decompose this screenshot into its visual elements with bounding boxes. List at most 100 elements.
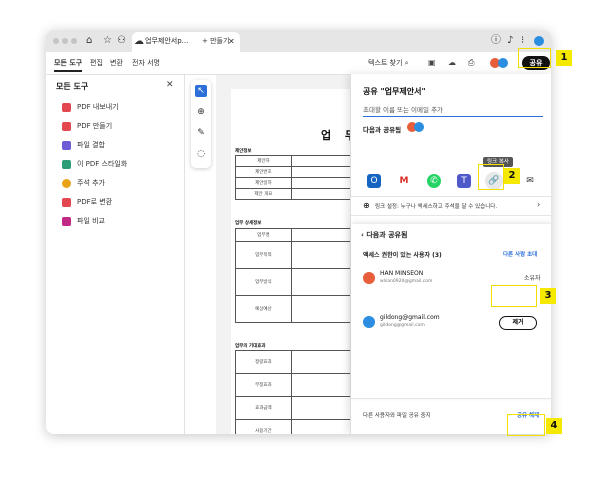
pen-icon[interactable]: ✎ bbox=[195, 127, 207, 139]
share-panel-title: 공유 "업무제안서" bbox=[363, 87, 426, 96]
shared-avatar-2[interactable] bbox=[414, 122, 424, 132]
outlook-icon[interactable]: O bbox=[367, 174, 381, 188]
share-panel: 공유 "업무제안서" 초대할 이름 또는 이메일 추가 다음과 공유됨 링크 복… bbox=[350, 74, 551, 434]
print-icon[interactable]: ⎙ bbox=[468, 58, 474, 68]
sidebar-item-label: 이 PDF 스타일화 bbox=[77, 160, 128, 168]
menu-all-tools[interactable]: 모든 도구 bbox=[54, 58, 83, 72]
shared-users-card: ‹ 다음과 공유됨 액세스 권한이 있는 사용자 (3) 다른 사람 초대 HA… bbox=[351, 224, 551, 398]
callout-3: 3 bbox=[540, 288, 556, 304]
invite-others-link[interactable]: 다른 사람 초대 bbox=[503, 250, 537, 258]
app-toolbar: 모든 도구 편집 변환 전자 서명 텍스트 찾기 ⌕ ▣ ☁ ⎙ 공유 bbox=[46, 52, 551, 75]
sidebar-item-label: 파일 비교 bbox=[77, 217, 105, 225]
table-cell: 제안자 bbox=[235, 155, 292, 167]
remove-button-highlight bbox=[491, 285, 537, 307]
link-settings-row[interactable]: ⊕ 링크 설정: 누구나 액세스하고 주석을 달 수 있습니다. › bbox=[351, 196, 551, 216]
whatsapp-icon[interactable]: ✆ bbox=[427, 174, 441, 188]
avatar bbox=[363, 272, 375, 284]
user-email: wlsan0920@gmail.com bbox=[380, 279, 433, 284]
sidebar-item-stylize[interactable]: 이 PDF 스타일화 bbox=[62, 157, 127, 171]
table-cell: 사용기간 bbox=[235, 419, 292, 434]
globe-icon: ⊕ bbox=[363, 201, 370, 210]
sidebar-item-label: PDF로 변환 bbox=[77, 198, 113, 206]
back-button[interactable]: ‹ 다음과 공유됨 bbox=[361, 230, 407, 240]
sidebar-item-label: PDF 내보내기 bbox=[77, 103, 119, 111]
table-cell: 정량효과 bbox=[235, 350, 292, 374]
gmail-icon[interactable]: M bbox=[397, 174, 411, 188]
footer-text: 다른 사용자와 파일 공유 중지 bbox=[363, 413, 431, 419]
save-icon[interactable]: ▣ bbox=[428, 58, 436, 67]
help-icon[interactable]: ⓘ bbox=[491, 34, 501, 48]
cloud-icon[interactable]: ☁ bbox=[448, 58, 456, 67]
table-cell: 업무명 bbox=[235, 228, 292, 242]
callout-1: 1 bbox=[556, 50, 572, 66]
sidebar-item-compare[interactable]: 파일 비교 bbox=[62, 214, 105, 228]
star-icon[interactable]: ☆ bbox=[103, 34, 112, 48]
table-cell: 업무방식 bbox=[235, 268, 292, 296]
section-basic: 제안정보 bbox=[235, 149, 252, 154]
combine-icon bbox=[62, 140, 71, 150]
cloud-icon: ☁ bbox=[134, 36, 144, 47]
teams-icon[interactable]: T bbox=[457, 174, 471, 188]
sidebar-item-label: 주석 추가 bbox=[77, 179, 105, 187]
zoom-icon[interactable]: ⊕ bbox=[195, 106, 207, 118]
new-tab-label: 만들기 bbox=[210, 37, 230, 45]
account-avatar[interactable] bbox=[534, 36, 544, 46]
remove-user-button[interactable]: 제거 bbox=[499, 316, 537, 330]
sidebar-item-convert[interactable]: PDF로 변환 bbox=[62, 195, 112, 209]
close-icon[interactable]: ✕ bbox=[166, 80, 174, 90]
section-effect: 업무의 기대효과 bbox=[235, 344, 266, 349]
user-name: gildong@gmail.com bbox=[380, 314, 440, 321]
export-pdf-icon bbox=[62, 102, 71, 112]
sidebar-title: 모든 도구 bbox=[56, 82, 89, 91]
link-settings-text: 링크 설정: 누구나 액세스하고 주석을 달 수 있습니다. bbox=[375, 204, 498, 210]
invite-input[interactable]: 초대할 이름 또는 이메일 추가 bbox=[363, 104, 543, 117]
avatar bbox=[363, 316, 375, 328]
bell-icon[interactable]: ♪ bbox=[507, 34, 513, 48]
window-close-dot[interactable] bbox=[53, 38, 59, 44]
access-count-label: 액세스 권한이 있는 사용자 (3) bbox=[363, 252, 442, 259]
cursor-icon[interactable]: ↖ bbox=[195, 85, 207, 97]
table-cell: 효과금액 bbox=[235, 396, 292, 420]
chevron-right-icon: › bbox=[537, 200, 541, 209]
sidebar-item-label: 파일 결합 bbox=[77, 141, 105, 149]
sidebar-item-comment[interactable]: 주석 추가 bbox=[62, 176, 105, 190]
menu-convert[interactable]: 변환 bbox=[110, 58, 123, 68]
compare-icon bbox=[62, 216, 71, 226]
quick-tools: ↖ ⊕ ✎ ◌ bbox=[191, 80, 211, 168]
window-minimize-dot[interactable] bbox=[62, 38, 68, 44]
menu-esign[interactable]: 전자 서명 bbox=[132, 58, 160, 68]
copy-link-highlight bbox=[478, 164, 504, 190]
home-icon[interactable]: ⌂ bbox=[86, 34, 92, 48]
new-tab-button[interactable]: + 만들기 bbox=[202, 36, 229, 46]
table-cell: 제안번호 bbox=[235, 166, 292, 178]
table-cell: 업무목적 bbox=[235, 241, 292, 269]
user-role: 소유자 bbox=[524, 275, 541, 282]
menu-edit[interactable]: 편집 bbox=[90, 58, 103, 68]
table-cell: 제안 개요 bbox=[235, 188, 292, 200]
stop-sharing-highlight bbox=[507, 414, 545, 436]
sidebar-item-label: PDF 만들기 bbox=[77, 122, 113, 130]
shared-with-label: 다음과 공유됨 bbox=[363, 126, 402, 134]
user-name: HAN MINSEON bbox=[380, 270, 424, 277]
sidebar-item-create-pdf[interactable]: PDF 만들기 bbox=[62, 119, 112, 133]
mail-icon[interactable]: ✉ bbox=[523, 174, 537, 188]
tools-sidebar: 모든 도구 ✕ PDF 내보내기 PDF 만들기 파일 결합 이 PDF 스타일… bbox=[46, 75, 185, 434]
table-cell: 제안일자 bbox=[235, 177, 292, 189]
user-email: gildong@gmail.com bbox=[380, 323, 425, 328]
document-viewport: 업 무 제 안 제안정보 제안자 제안번호 제안일자 제안 개요 업무 상세정보… bbox=[216, 75, 403, 434]
sidebar-item-export-pdf[interactable]: PDF 내보내기 bbox=[62, 100, 119, 114]
search-text-button[interactable]: 텍스트 찾기 ⌕ bbox=[368, 58, 409, 68]
window-zoom-dot[interactable] bbox=[71, 38, 77, 44]
lasso-icon[interactable]: ◌ bbox=[195, 148, 207, 160]
grid-icon[interactable]: ⁝ bbox=[521, 34, 524, 48]
sidebar-item-combine[interactable]: 파일 결합 bbox=[62, 138, 105, 152]
callout-2: 2 bbox=[504, 168, 520, 184]
convert-icon bbox=[62, 197, 71, 207]
people-icon[interactable]: ⚇ bbox=[117, 34, 126, 48]
browser-tab-bar: ⌂ ☆ ⚇ ☁ 업무제안서p... ✕ + 만들기 ⓘ ♪ ⁝ bbox=[46, 30, 551, 52]
stylize-icon bbox=[62, 159, 71, 169]
table-cell: 부정효과 bbox=[235, 373, 292, 397]
search-icon: ⌕ bbox=[404, 59, 409, 67]
back-label: 다음과 공유됨 bbox=[366, 231, 408, 239]
callout-4: 4 bbox=[546, 418, 562, 434]
